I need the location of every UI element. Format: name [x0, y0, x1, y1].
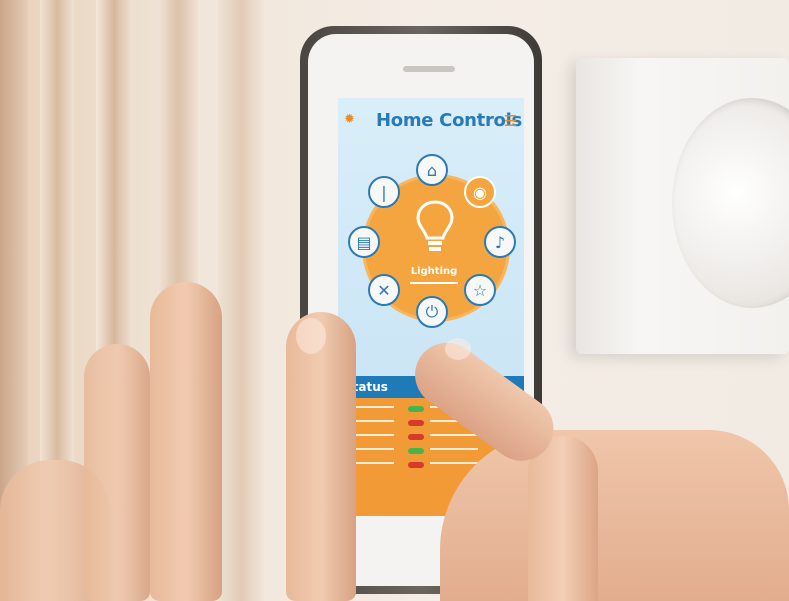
thermometer-icon[interactable]: ❘: [368, 176, 400, 208]
tools-icon[interactable]: ✕: [368, 274, 400, 306]
hub-label-underline: [410, 282, 458, 284]
star-icon[interactable]: ☆: [464, 274, 496, 306]
lightbulb-icon: [416, 200, 454, 251]
app-title: Home Controls: [376, 110, 522, 131]
house-icon[interactable]: ⌂: [416, 154, 448, 186]
finger: [286, 312, 356, 601]
blurred-finger: [150, 282, 222, 601]
appliance-icon[interactable]: ▤: [348, 226, 380, 258]
status-toggle[interactable]: [408, 434, 424, 440]
status-toggle[interactable]: [408, 462, 424, 468]
thermostat-dial: [672, 98, 789, 308]
blurred-finger: [84, 344, 150, 601]
curtain-fold: [218, 0, 264, 601]
thumb: [528, 436, 598, 601]
fingernail: [296, 318, 326, 354]
bulb-icon[interactable]: ◉: [464, 176, 496, 208]
music-note-icon[interactable]: ♪: [484, 226, 516, 258]
fingernail: [445, 338, 471, 360]
gear-icon[interactable]: ✹: [344, 112, 355, 127]
power-icon[interactable]: ⏻: [416, 296, 448, 328]
photo-scene: ✹ Home Controls ☰ Lighting ⌂ ◉ ♪ ☆ ⏻ ✕ ▤…: [0, 0, 789, 601]
status-toggle[interactable]: [408, 420, 424, 426]
hub-label: Lighting: [410, 266, 458, 277]
status-toggle[interactable]: [408, 448, 424, 454]
hamburger-menu-icon[interactable]: ☰: [504, 112, 517, 130]
wall-thermostat: [576, 58, 789, 354]
status-toggle[interactable]: [408, 406, 424, 412]
phone-speaker: [403, 66, 455, 72]
right-hand: [440, 430, 789, 601]
app-header: ✹ Home Controls ☰: [338, 98, 524, 144]
